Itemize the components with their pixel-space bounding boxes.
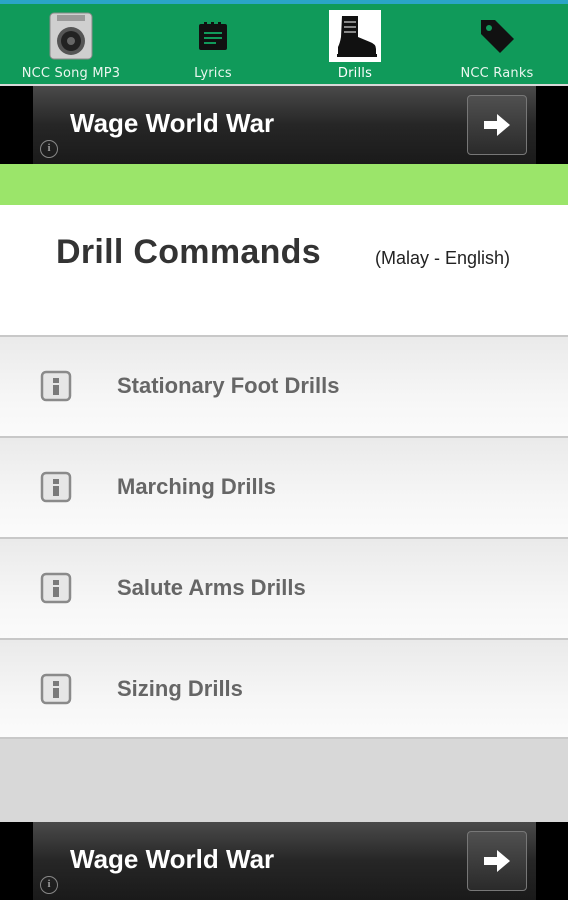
list-item-label: Salute Arms Drills — [117, 575, 306, 600]
tab-lyrics[interactable]: Lyrics — [142, 4, 284, 84]
page-title: Drill Commands — [56, 233, 321, 271]
arrow-right-icon — [484, 850, 510, 872]
tab-label: Lyrics — [194, 66, 232, 81]
list-item[interactable]: Sizing Drills — [0, 638, 568, 739]
list-item[interactable]: Salute Arms Drills — [0, 537, 568, 638]
tag-icon — [471, 10, 523, 62]
list-item-label: Stationary Foot Drills — [117, 373, 340, 398]
ad-box[interactable]: Wage World War i — [33, 86, 536, 164]
list-item-label: Sizing Drills — [117, 676, 243, 701]
ad-arrow-button[interactable] — [467, 95, 527, 155]
arrow-right-icon — [484, 114, 510, 136]
ad-banner-top[interactable]: Wage World War i — [0, 86, 568, 164]
ad-title: Wage World War — [70, 108, 275, 138]
speaker-icon — [45, 10, 97, 62]
info-icon — [40, 471, 72, 503]
list-item-label: Marching Drills — [117, 474, 276, 499]
tab-ncc-song-mp3[interactable]: NCC Song MP3 — [0, 4, 142, 84]
list-item[interactable]: Stationary Foot Drills — [0, 335, 568, 436]
tab-drills[interactable]: Drills — [284, 4, 426, 84]
tab-label: NCC Song MP3 — [21, 66, 121, 81]
tab-label: Drills — [337, 66, 373, 81]
drill-list: Stationary Foot Drills Marching Drills S… — [0, 335, 568, 739]
ad-box[interactable]: Wage World War i — [33, 822, 536, 900]
list-header: Drill Commands (Malay - English) — [0, 205, 568, 335]
ad-title: Wage World War — [70, 844, 275, 874]
list-item[interactable]: Marching Drills — [0, 436, 568, 537]
page-subtitle: (Malay - English) — [375, 248, 511, 268]
tab-bar: NCC Song MP3 Lyrics Drills NCC Ranks — [0, 4, 568, 84]
boot-icon — [329, 10, 381, 62]
accent-bar — [0, 164, 568, 205]
info-icon — [40, 673, 72, 705]
ad-banner-bottom[interactable]: Wage World War i — [0, 822, 568, 900]
ad-info-icon[interactable]: i — [40, 876, 58, 894]
info-icon — [40, 572, 72, 604]
notes-icon — [187, 10, 239, 62]
ad-info-icon[interactable]: i — [40, 140, 58, 158]
tab-ncc-ranks[interactable]: NCC Ranks — [426, 4, 568, 84]
tab-label: NCC Ranks — [460, 66, 534, 81]
ad-arrow-button[interactable] — [467, 831, 527, 891]
info-icon — [40, 370, 72, 402]
